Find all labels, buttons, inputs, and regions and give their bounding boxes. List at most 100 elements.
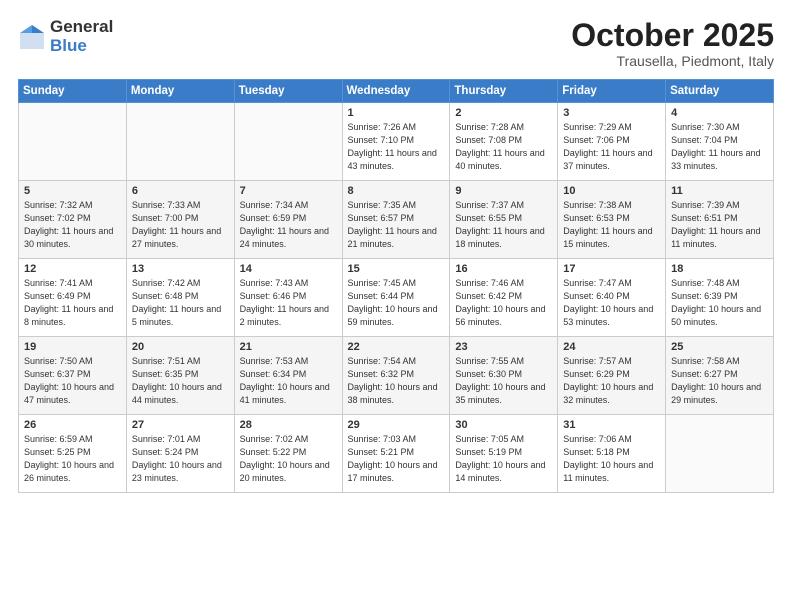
day-number: 28 bbox=[240, 419, 337, 431]
day-number: 15 bbox=[348, 263, 445, 275]
day-info: Sunrise: 7:50 AM Sunset: 6:37 PM Dayligh… bbox=[24, 355, 121, 407]
table-row: 8 Sunrise: 7:35 AM Sunset: 6:57 PM Daylig… bbox=[342, 181, 450, 259]
day-info: Sunrise: 6:59 AM Sunset: 5:25 PM Dayligh… bbox=[24, 433, 121, 485]
day-info: Sunrise: 7:38 AM Sunset: 6:53 PM Dayligh… bbox=[563, 199, 660, 251]
table-row: 29 Sunrise: 7:03 AM Sunset: 5:21 PM Dayli… bbox=[342, 415, 450, 493]
day-info: Sunrise: 7:32 AM Sunset: 7:02 PM Dayligh… bbox=[24, 199, 121, 251]
table-row: 22Sunrise: 7:54 AM Sunset: 6:32 PM Dayli… bbox=[342, 337, 450, 415]
calendar-table: Sunday Monday Tuesday Wednesday Thursday… bbox=[18, 79, 774, 493]
table-row: 28 Sunrise: 7:02 AM Sunset: 5:22 PM Dayli… bbox=[234, 415, 342, 493]
day-info: Sunrise: 7:48 AM Sunset: 6:39 PM Dayligh… bbox=[671, 277, 768, 329]
table-row: 4 Sunrise: 7:30 AM Sunset: 7:04 PM Daylig… bbox=[666, 103, 774, 181]
day-info: Sunrise: 7:26 AM Sunset: 7:10 PM Dayligh… bbox=[348, 121, 445, 173]
day-info: Sunrise: 7:35 AM Sunset: 6:57 PM Dayligh… bbox=[348, 199, 445, 251]
month-title: October 2025 bbox=[571, 18, 774, 53]
day-info: Sunrise: 7:42 AM Sunset: 6:48 PM Dayligh… bbox=[132, 277, 229, 329]
day-info: Sunrise: 7:28 AM Sunset: 7:08 PM Dayligh… bbox=[455, 121, 552, 173]
table-row bbox=[666, 415, 774, 493]
header-wednesday: Wednesday bbox=[342, 80, 450, 103]
header: General Blue October 2025 Trausella, Pie… bbox=[18, 18, 774, 69]
day-number: 31 bbox=[563, 419, 660, 431]
calendar-week-row: 5 Sunrise: 7:32 AM Sunset: 7:02 PM Daylig… bbox=[19, 181, 774, 259]
table-row: 5 Sunrise: 7:32 AM Sunset: 7:02 PM Daylig… bbox=[19, 181, 127, 259]
table-row: 31 Sunrise: 7:06 AM Sunset: 5:18 PM Dayli… bbox=[558, 415, 666, 493]
calendar-page: General Blue October 2025 Trausella, Pie… bbox=[0, 0, 792, 612]
day-number: 11 bbox=[671, 185, 768, 197]
table-row: 15 Sunrise: 7:45 AM Sunset: 6:44 PM Dayli… bbox=[342, 259, 450, 337]
logo: General Blue bbox=[18, 18, 113, 55]
title-block: October 2025 Trausella, Piedmont, Italy bbox=[571, 18, 774, 69]
day-info: Sunrise: 7:02 AM Sunset: 5:22 PM Dayligh… bbox=[240, 433, 337, 485]
day-number: 4 bbox=[671, 107, 768, 119]
day-info: Sunrise: 7:29 AM Sunset: 7:06 PM Dayligh… bbox=[563, 121, 660, 173]
day-info: Sunrise: 7:37 AM Sunset: 6:55 PM Dayligh… bbox=[455, 199, 552, 251]
calendar-week-row: 12 Sunrise: 7:41 AM Sunset: 6:49 PM Dayli… bbox=[19, 259, 774, 337]
day-info: Sunrise: 7:39 AM Sunset: 6:51 PM Dayligh… bbox=[671, 199, 768, 251]
logo-text: General Blue bbox=[50, 18, 113, 55]
header-sunday: Sunday bbox=[19, 80, 127, 103]
table-row: 6Sunrise: 7:33 AM Sunset: 7:00 PM Daylig… bbox=[126, 181, 234, 259]
header-tuesday: Tuesday bbox=[234, 80, 342, 103]
table-row: 27Sunrise: 7:01 AM Sunset: 5:24 PM Dayli… bbox=[126, 415, 234, 493]
day-number: 2 bbox=[455, 107, 552, 119]
day-number: 12 bbox=[24, 263, 121, 275]
day-number: 20 bbox=[132, 341, 229, 353]
header-friday: Friday bbox=[558, 80, 666, 103]
table-row: 19 Sunrise: 7:50 AM Sunset: 6:37 PM Dayli… bbox=[19, 337, 127, 415]
day-number: 5 bbox=[24, 185, 121, 197]
table-row bbox=[19, 103, 127, 181]
day-info: Sunrise: 7:05 AM Sunset: 5:19 PM Dayligh… bbox=[455, 433, 552, 485]
day-number: 8 bbox=[348, 185, 445, 197]
day-info: Sunrise: 7:33 AM Sunset: 7:00 PM Dayligh… bbox=[132, 199, 229, 251]
day-number: 26 bbox=[24, 419, 121, 431]
day-info: Sunrise: 7:55 AM Sunset: 6:30 PM Dayligh… bbox=[455, 355, 552, 407]
table-row: 7 Sunrise: 7:34 AM Sunset: 6:59 PM Daylig… bbox=[234, 181, 342, 259]
day-info: Sunrise: 7:41 AM Sunset: 6:49 PM Dayligh… bbox=[24, 277, 121, 329]
table-row: 16Sunrise: 7:46 AM Sunset: 6:42 PM Dayli… bbox=[450, 259, 558, 337]
day-number: 9 bbox=[455, 185, 552, 197]
day-number: 18 bbox=[671, 263, 768, 275]
day-number: 13 bbox=[132, 263, 229, 275]
table-row: 21 Sunrise: 7:53 AM Sunset: 6:34 PM Dayli… bbox=[234, 337, 342, 415]
header-thursday: Thursday bbox=[450, 80, 558, 103]
table-row: 3 Sunrise: 7:29 AM Sunset: 7:06 PM Daylig… bbox=[558, 103, 666, 181]
table-row: 25Sunrise: 7:58 AM Sunset: 6:27 PM Dayli… bbox=[666, 337, 774, 415]
day-info: Sunrise: 7:03 AM Sunset: 5:21 PM Dayligh… bbox=[348, 433, 445, 485]
table-row: 9 Sunrise: 7:37 AM Sunset: 6:55 PM Daylig… bbox=[450, 181, 558, 259]
logo-general-text: General bbox=[50, 18, 113, 37]
logo-blue-text: Blue bbox=[50, 37, 113, 56]
location-subtitle: Trausella, Piedmont, Italy bbox=[571, 53, 774, 69]
table-row: 1Sunrise: 7:26 AM Sunset: 7:10 PM Daylig… bbox=[342, 103, 450, 181]
day-number: 29 bbox=[348, 419, 445, 431]
calendar-week-row: 1Sunrise: 7:26 AM Sunset: 7:10 PM Daylig… bbox=[19, 103, 774, 181]
day-number: 19 bbox=[24, 341, 121, 353]
day-info: Sunrise: 7:34 AM Sunset: 6:59 PM Dayligh… bbox=[240, 199, 337, 251]
day-info: Sunrise: 7:30 AM Sunset: 7:04 PM Dayligh… bbox=[671, 121, 768, 173]
day-number: 24 bbox=[563, 341, 660, 353]
day-info: Sunrise: 7:06 AM Sunset: 5:18 PM Dayligh… bbox=[563, 433, 660, 485]
table-row: 26 Sunrise: 6:59 AM Sunset: 5:25 PM Dayli… bbox=[19, 415, 127, 493]
day-number: 27 bbox=[132, 419, 229, 431]
day-info: Sunrise: 7:53 AM Sunset: 6:34 PM Dayligh… bbox=[240, 355, 337, 407]
calendar-week-row: 19 Sunrise: 7:50 AM Sunset: 6:37 PM Dayli… bbox=[19, 337, 774, 415]
table-row: 12 Sunrise: 7:41 AM Sunset: 6:49 PM Dayli… bbox=[19, 259, 127, 337]
day-number: 16 bbox=[455, 263, 552, 275]
table-row: 14Sunrise: 7:43 AM Sunset: 6:46 PM Dayli… bbox=[234, 259, 342, 337]
table-row bbox=[234, 103, 342, 181]
day-info: Sunrise: 7:51 AM Sunset: 6:35 PM Dayligh… bbox=[132, 355, 229, 407]
day-info: Sunrise: 7:45 AM Sunset: 6:44 PM Dayligh… bbox=[348, 277, 445, 329]
table-row: 11 Sunrise: 7:39 AM Sunset: 6:51 PM Dayli… bbox=[666, 181, 774, 259]
day-number: 25 bbox=[671, 341, 768, 353]
table-row bbox=[126, 103, 234, 181]
day-number: 14 bbox=[240, 263, 337, 275]
table-row: 10 Sunrise: 7:38 AM Sunset: 6:53 PM Dayli… bbox=[558, 181, 666, 259]
table-row: 2 Sunrise: 7:28 AM Sunset: 7:08 PM Daylig… bbox=[450, 103, 558, 181]
day-info: Sunrise: 7:54 AM Sunset: 6:32 PM Dayligh… bbox=[348, 355, 445, 407]
day-number: 10 bbox=[563, 185, 660, 197]
day-number: 21 bbox=[240, 341, 337, 353]
table-row: 30Sunrise: 7:05 AM Sunset: 5:19 PM Dayli… bbox=[450, 415, 558, 493]
day-number: 7 bbox=[240, 185, 337, 197]
table-row: 17Sunrise: 7:47 AM Sunset: 6:40 PM Dayli… bbox=[558, 259, 666, 337]
calendar-week-row: 26 Sunrise: 6:59 AM Sunset: 5:25 PM Dayli… bbox=[19, 415, 774, 493]
day-number: 3 bbox=[563, 107, 660, 119]
